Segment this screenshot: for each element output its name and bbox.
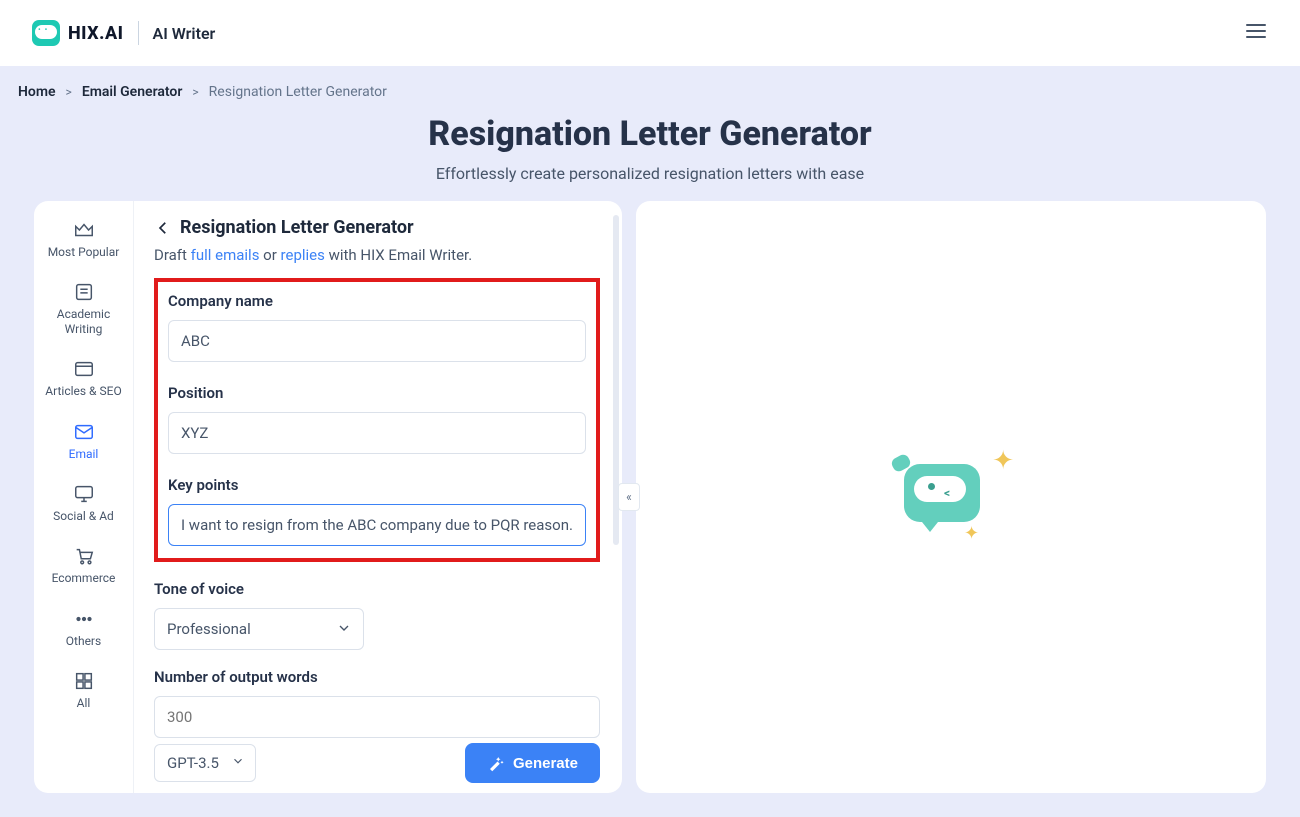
form-area: Resignation Letter Generator Draft full … bbox=[134, 201, 622, 793]
magic-wand-icon bbox=[487, 754, 505, 772]
hero: Resignation Letter Generator Effortlessl… bbox=[0, 108, 1300, 201]
grid-icon bbox=[73, 670, 95, 692]
sidebar-item-others[interactable]: Others bbox=[34, 598, 133, 660]
sidebar-item-all[interactable]: All bbox=[34, 660, 133, 722]
breadcrumb-email-generator[interactable]: Email Generator bbox=[82, 84, 183, 100]
sidebar-item-label: Ecommerce bbox=[52, 571, 116, 585]
breadcrumb-sep: > bbox=[192, 85, 198, 99]
document-icon bbox=[73, 281, 95, 303]
form-sub-text: or bbox=[259, 246, 280, 264]
sidebar-item-email[interactable]: Email bbox=[34, 411, 133, 473]
page-subtitle: Effortlessly create personalized resigna… bbox=[0, 164, 1300, 183]
left-panel: Most Popular Academic Writing Articles &… bbox=[34, 201, 622, 793]
form-title: Resignation Letter Generator bbox=[180, 217, 414, 238]
keypoints-label: Key points bbox=[168, 476, 586, 494]
sidebar-item-label: Academic Writing bbox=[38, 307, 129, 336]
breadcrumb-sep: > bbox=[66, 85, 72, 99]
collapse-glyph: « bbox=[626, 490, 632, 504]
brand-area: HIX.AI AI Writer bbox=[32, 20, 215, 46]
logo-icon bbox=[32, 20, 60, 46]
breadcrumb: Home > Email Generator > Resignation Let… bbox=[0, 66, 1300, 108]
position-label: Position bbox=[168, 384, 586, 402]
top-bar: HIX.AI AI Writer bbox=[0, 0, 1300, 66]
cart-icon bbox=[73, 545, 95, 567]
mascot-illustration: < ✦ ✦ bbox=[896, 452, 1006, 542]
sidebar-item-label: Others bbox=[66, 634, 101, 648]
collapse-toggle[interactable]: « bbox=[618, 483, 640, 511]
words-label: Number of output words bbox=[154, 668, 600, 686]
highlighted-fields: Company name Position Key points bbox=[154, 278, 600, 562]
sidebar-item-label: Email bbox=[69, 447, 99, 461]
chevron-down-icon bbox=[336, 620, 352, 640]
form-subtitle: Draft full emails or replies with HIX Em… bbox=[154, 246, 600, 264]
generate-button[interactable]: Generate bbox=[465, 743, 600, 783]
sidebar-item-ecommerce[interactable]: Ecommerce bbox=[34, 535, 133, 597]
brand-divider bbox=[138, 21, 139, 45]
menu-button[interactable] bbox=[1244, 19, 1268, 47]
sidebar-item-most-popular[interactable]: Most Popular bbox=[34, 209, 133, 271]
tone-value: Professional bbox=[167, 620, 251, 638]
form-header: Resignation Letter Generator bbox=[154, 217, 600, 238]
chevron-left-icon[interactable] bbox=[154, 219, 172, 237]
workspace: Most Popular Academic Writing Articles &… bbox=[34, 201, 1266, 793]
breadcrumb-home[interactable]: Home bbox=[18, 84, 56, 100]
brand-name: HIX.AI bbox=[68, 23, 124, 44]
model-value: GPT-3.5 bbox=[167, 754, 219, 772]
words-block: Number of output words bbox=[154, 668, 600, 738]
crown-icon bbox=[73, 219, 95, 241]
words-input[interactable] bbox=[154, 696, 600, 738]
company-label: Company name bbox=[168, 292, 586, 310]
position-input[interactable] bbox=[168, 412, 586, 454]
breadcrumb-current: Resignation Letter Generator bbox=[209, 84, 387, 100]
category-sidebar: Most Popular Academic Writing Articles &… bbox=[34, 201, 134, 793]
mail-icon bbox=[73, 421, 95, 443]
form-sub-text: with HIX Email Writer. bbox=[325, 246, 472, 264]
page-title: Resignation Letter Generator bbox=[0, 114, 1300, 154]
output-panel: < ✦ ✦ bbox=[636, 201, 1266, 793]
sidebar-item-label: Articles & SEO bbox=[45, 384, 121, 398]
model-select[interactable]: GPT-3.5 bbox=[154, 744, 256, 782]
company-input[interactable] bbox=[168, 320, 586, 362]
menu-icon bbox=[1244, 19, 1268, 43]
sidebar-item-social[interactable]: Social & Ad bbox=[34, 473, 133, 535]
monitor-icon bbox=[73, 483, 95, 505]
sidebar-item-label: Social & Ad bbox=[53, 509, 114, 523]
form-sub-text: Draft bbox=[154, 246, 191, 264]
chevron-down-icon bbox=[231, 754, 245, 772]
keypoints-input[interactable] bbox=[168, 504, 586, 546]
sidebar-item-label: All bbox=[77, 696, 91, 710]
link-full-emails[interactable]: full emails bbox=[191, 246, 260, 264]
link-replies[interactable]: replies bbox=[281, 246, 325, 264]
tone-label: Tone of voice bbox=[154, 580, 600, 598]
dots-icon bbox=[73, 608, 95, 630]
sidebar-item-articles[interactable]: Articles & SEO bbox=[34, 348, 133, 410]
sidebar-item-academic[interactable]: Academic Writing bbox=[34, 271, 133, 348]
browser-icon bbox=[73, 358, 95, 380]
tone-block: Tone of voice Professional bbox=[154, 580, 600, 650]
sidebar-item-label: Most Popular bbox=[48, 245, 120, 259]
generate-label: Generate bbox=[513, 755, 578, 772]
bottom-bar: GPT-3.5 Generate bbox=[154, 743, 600, 783]
tone-select[interactable]: Professional bbox=[154, 608, 364, 650]
brand-logo[interactable]: HIX.AI bbox=[32, 20, 124, 46]
brand-subtitle: AI Writer bbox=[153, 24, 216, 43]
